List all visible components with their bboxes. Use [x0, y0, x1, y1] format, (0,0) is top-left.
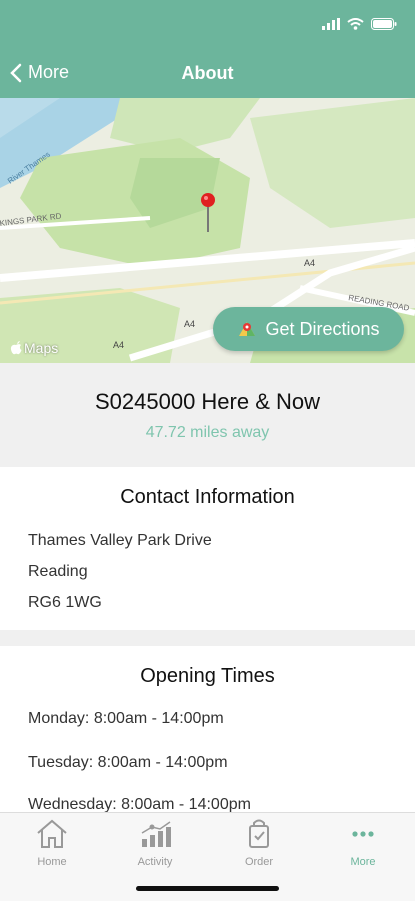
road-label: A4: [304, 258, 315, 268]
store-header: S0245000 Here & Now 47.72 miles away: [0, 363, 415, 467]
maps-logo: Maps: [10, 340, 58, 356]
tab-home[interactable]: Home: [17, 819, 87, 868]
address-line-1: Thames Valley Park Drive: [28, 532, 212, 549]
navigation-bar: More About: [0, 50, 415, 98]
activity-icon: [141, 821, 171, 847]
battery-icon: [371, 18, 397, 30]
tab-activity[interactable]: Activity: [120, 819, 190, 868]
contact-information-card: Contact Information Thames Valley Park D…: [0, 467, 415, 630]
tab-activity-label: Activity: [137, 856, 173, 868]
opening-times-row: Monday: 8:00am - 14:00pm: [28, 710, 224, 727]
tab-home-label: Home: [37, 856, 67, 868]
opening-times-title: Opening Times: [140, 665, 275, 687]
apple-logo-icon: [10, 341, 22, 355]
opening-times-row: Tuesday: 8:00am - 14:00pm: [28, 754, 228, 771]
status-bar: [0, 0, 415, 50]
opening-times-card: Opening Times Monday: 8:00am - 14:00pm T…: [0, 646, 415, 812]
more-icon: [352, 831, 374, 837]
address-line-2: Reading: [28, 563, 88, 580]
home-icon: [37, 819, 67, 848]
tab-more-label: More: [350, 856, 376, 868]
tab-order-label: Order: [244, 856, 274, 868]
address-postcode: RG6 1WG: [28, 594, 102, 611]
get-directions-button[interactable]: Get Directions: [213, 307, 404, 351]
contact-information-title: Contact Information: [120, 486, 295, 508]
store-name: S0245000 Here & Now: [94, 389, 321, 414]
page-title: About: [181, 63, 234, 83]
road-label: A4: [184, 319, 195, 329]
road-label: A4: [113, 340, 124, 350]
shopping-bag-icon: [249, 819, 269, 848]
maps-label: Maps: [24, 340, 59, 356]
tab-more[interactable]: More: [328, 819, 398, 868]
get-directions-label: Get Directions: [265, 318, 380, 339]
tab-order[interactable]: Order: [224, 819, 294, 868]
home-indicator: [136, 886, 279, 891]
opening-times-row: Wednesday: 8:00am - 14:00pm: [28, 796, 251, 812]
store-distance: 47.72 miles away: [145, 424, 270, 441]
wifi-icon: [347, 18, 364, 30]
map-directions-icon: [239, 322, 256, 336]
signal-icon: [322, 18, 340, 30]
